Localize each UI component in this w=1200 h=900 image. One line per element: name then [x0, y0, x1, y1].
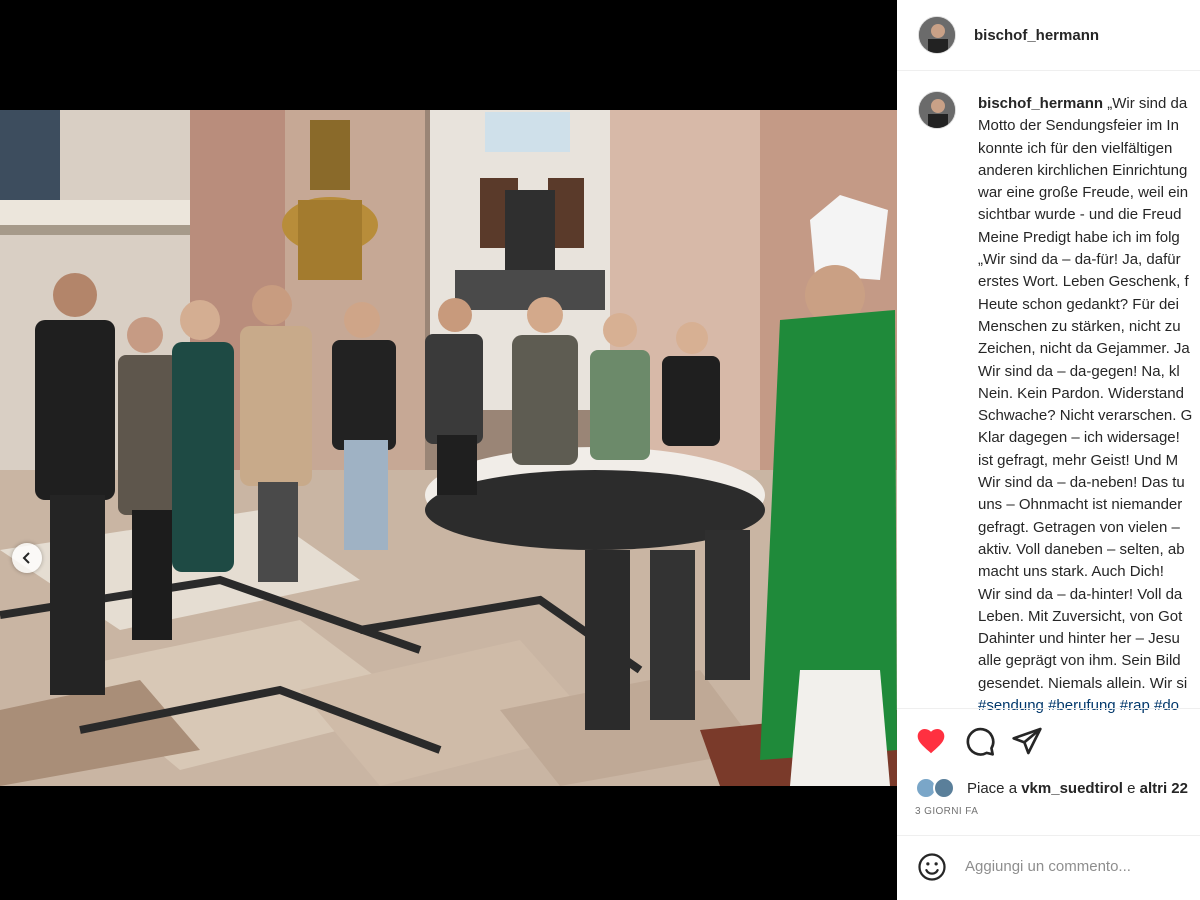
- caption-line: sichtbar wurde - und die Freud: [978, 206, 1182, 224]
- heart-filled-icon: [917, 729, 945, 754]
- caption-line: gesendet. Niemals allein. Wir si: [978, 674, 1188, 692]
- caption-avatar[interactable]: [918, 91, 956, 129]
- caption-first-line: bischof_hermann „Wir sind da: [978, 93, 1200, 115]
- caption-line: Wir sind da – da-gegen! Na, kl: [978, 362, 1180, 380]
- post-media: [0, 0, 897, 900]
- smiley-icon: [918, 853, 946, 881]
- likes-connector: e: [1127, 779, 1136, 797]
- caption-line: Wir sind da – da-hinter! Voll da: [978, 585, 1183, 603]
- caption-line: Heute schon gedankt? Für dei: [978, 295, 1179, 313]
- liker-avatars: [915, 776, 961, 800]
- likes-user[interactable]: vkm_suedtirol: [1021, 780, 1123, 797]
- share-button[interactable]: [1011, 725, 1043, 757]
- carousel-prev-button[interactable]: [12, 543, 42, 573]
- liker-avatar: [933, 777, 955, 799]
- caption-line: Schwache? Nicht verarschen. G: [978, 407, 1193, 425]
- comment-button[interactable]: [964, 725, 996, 757]
- caption-line: Zeichen, nicht da Gejammer. Ja: [978, 340, 1190, 358]
- paper-plane-icon: [1012, 727, 1042, 755]
- emoji-button[interactable]: [917, 852, 947, 882]
- caption-line: gefragt. Getragen von vielen –: [978, 518, 1180, 536]
- caption-line: alle geprägt von ihm. Sein Bild: [978, 652, 1181, 670]
- church-photo-illustration: [0, 110, 897, 786]
- caption-line: Menschen zu stärken, nicht zu: [978, 317, 1181, 335]
- speech-bubble-icon: [966, 727, 995, 756]
- caption-line: erstes Wort. Leben Geschenk, f: [978, 273, 1189, 291]
- post-date[interactable]: 3 GIORNI FA: [915, 806, 978, 817]
- caption-line: konnte ich für den vielfältigen: [978, 139, 1173, 157]
- avatar-image: [919, 92, 955, 128]
- post-header: bischof_hermann: [897, 0, 1200, 71]
- post-photo[interactable]: [0, 110, 897, 786]
- caption-line: macht uns stark. Auch Dich!: [978, 563, 1164, 581]
- caption-line: war eine große Freude, weil ein: [978, 184, 1189, 202]
- caption-line: Klar dagegen – ich widersage!: [978, 429, 1180, 447]
- caption-line: ist gefragt, mehr Geist! Und M: [978, 451, 1179, 469]
- post-caption: bischof_hermann „Wir sind da Motto der S…: [897, 72, 1200, 714]
- likes-prefix: Piace a: [967, 779, 1018, 797]
- comment-input[interactable]: [965, 858, 1195, 875]
- caption-line: Leben. Mit Zuversicht, von Got: [978, 607, 1183, 625]
- caption-line: Meine Predigt habe ich im folg: [978, 228, 1180, 246]
- caption-line: Dahinter und hinter her – Jesu: [978, 630, 1180, 648]
- caption-line: anderen kirchlichen Einrichtung: [978, 161, 1188, 179]
- caption-line: uns – Ohnmacht ist niemander: [978, 496, 1183, 514]
- avatar-image: [919, 17, 955, 53]
- avatar[interactable]: [918, 16, 956, 54]
- caption-line: Motto der Sendungsfeier im In: [978, 117, 1179, 135]
- post-actions: [897, 708, 1200, 770]
- likes-summary: Piace a vkm_suedtirol e altri 22: [915, 776, 1188, 800]
- caption-line: Wir sind da – da-neben! Das tu: [978, 474, 1185, 492]
- caption-line: „Wir sind da: [1107, 95, 1188, 112]
- comment-composer: [897, 835, 1200, 900]
- chevron-left-icon: [22, 552, 30, 564]
- caption-line: aktiv. Voll daneben – selten, ab: [978, 540, 1185, 558]
- likes-others[interactable]: altri 22: [1140, 780, 1188, 797]
- post-side-panel: bischof_hermann bischof_hermann „Wir sin…: [897, 0, 1200, 900]
- caption-username[interactable]: bischof_hermann: [978, 95, 1103, 112]
- caption-line: „Wir sind da – da-für! Ja, dafür: [978, 251, 1181, 269]
- caption-line: Nein. Kein Pardon. Widerstand: [978, 384, 1184, 402]
- caption-text: bischof_hermann „Wir sind da Motto der S…: [978, 93, 1200, 717]
- header-username[interactable]: bischof_hermann: [974, 27, 1099, 44]
- like-button[interactable]: [915, 725, 947, 757]
